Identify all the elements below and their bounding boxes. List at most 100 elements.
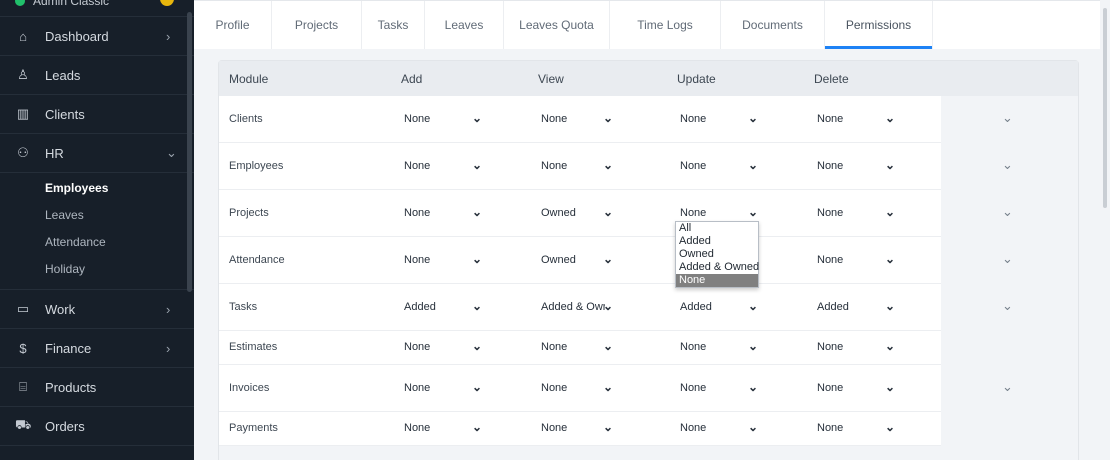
tab-tasks[interactable]: Tasks: [362, 1, 425, 49]
sidebar-item-orders[interactable]: ⛟ Orders: [0, 407, 194, 446]
dropdown-option[interactable]: Owned: [676, 248, 758, 261]
chevron-down-icon: ⌄: [885, 158, 896, 172]
sidebar-item-label: Finance: [45, 340, 92, 356]
delete-permission-select[interactable]: None ⌄: [817, 252, 897, 269]
view-permission-select[interactable]: None ⌄: [541, 158, 621, 175]
delete-permission-select[interactable]: None ⌄: [817, 158, 897, 175]
hr-submenu: Employees Leaves Attendance Holiday: [0, 173, 194, 290]
selected-value: None: [404, 422, 431, 434]
selected-value: None: [817, 207, 844, 219]
selected-value: None: [680, 422, 707, 434]
view-permission-select[interactable]: None ⌄: [541, 339, 621, 356]
scrollbar-thumb[interactable]: [1103, 8, 1107, 208]
delete-permission-select[interactable]: None ⌄: [817, 420, 897, 437]
chevron-right-icon: ›: [166, 28, 171, 44]
add-permission-select[interactable]: None ⌄: [404, 380, 484, 397]
view-permission-select[interactable]: None ⌄: [541, 420, 621, 437]
expand-row-icon[interactable]: ⌄: [1002, 379, 1013, 395]
tab-permissions[interactable]: Permissions: [825, 1, 933, 49]
dropdown-option[interactable]: All: [676, 222, 758, 235]
table-row: TasksAdded⌄Added & Owned⌄Added⌄Added⌄⌄: [219, 284, 1013, 331]
home-icon: ⌂: [19, 28, 27, 44]
update-permission-dropdown[interactable]: All Added Owned Added & Owned None: [675, 221, 759, 288]
chevron-down-icon: ⌄: [603, 380, 614, 394]
delete-permission-select[interactable]: None ⌄: [817, 339, 897, 356]
selected-value: None: [817, 254, 844, 266]
tab-leaves[interactable]: Leaves: [425, 1, 504, 49]
module-name: Invoices: [229, 382, 270, 394]
avatar[interactable]: [160, 0, 174, 6]
sidebar-scrollbar[interactable]: [187, 12, 192, 292]
delete-permission-select[interactable]: None ⌄: [817, 111, 897, 128]
add-permission-select[interactable]: None ⌄: [404, 252, 484, 269]
update-permission-select[interactable]: None ⌄: [680, 339, 760, 356]
tab-documents[interactable]: Documents: [721, 1, 825, 49]
user-header[interactable]: Admin Classic: [0, 0, 194, 17]
tab-leaves-quota[interactable]: Leaves Quota: [504, 1, 610, 49]
update-permission-select[interactable]: None ⌄: [680, 420, 760, 437]
tab-profile[interactable]: Profile: [194, 1, 272, 49]
delete-permission-select[interactable]: None ⌄: [817, 380, 897, 397]
chevron-down-icon: ⌄: [472, 205, 483, 219]
add-permission-select[interactable]: None ⌄: [404, 339, 484, 356]
sidebar-subitem-attendance[interactable]: Attendance: [0, 229, 194, 256]
sidebar-subitem-leaves[interactable]: Leaves: [0, 202, 194, 229]
add-permission-select[interactable]: None ⌄: [404, 111, 484, 128]
sidebar-item-clients[interactable]: ▥ Clients: [0, 95, 194, 134]
tab-time-logs[interactable]: Time Logs: [610, 1, 721, 49]
add-permission-select[interactable]: None ⌄: [404, 205, 484, 222]
selected-value: Owned: [541, 207, 576, 219]
cart-icon: ⛟: [15, 417, 32, 432]
dropdown-option[interactable]: None: [676, 274, 758, 287]
online-status-icon: [15, 0, 25, 6]
add-permission-select[interactable]: None ⌄: [404, 420, 484, 437]
selected-value: None: [817, 341, 844, 353]
sidebar-item-label: Products: [45, 379, 97, 395]
table-row: Clients None ⌄ None ⌄ None ⌄ None ⌄ ⌄: [219, 96, 1013, 143]
dropdown-option[interactable]: Added & Owned: [676, 261, 759, 274]
view-permission-select[interactable]: Owned ⌄: [541, 205, 621, 222]
selected-value: Owned: [541, 254, 576, 266]
expand-row-icon[interactable]: ⌄: [1002, 110, 1013, 126]
selected-value: None: [541, 422, 568, 434]
chevron-down-icon: ⌄: [885, 299, 896, 313]
sidebar-item-label: Work: [45, 301, 76, 317]
sidebar-item-finance[interactable]: $ Finance ›: [0, 329, 194, 368]
add-permission-select[interactable]: Added ⌄: [404, 299, 484, 316]
page-scrollbar[interactable]: [1100, 0, 1110, 460]
view-permission-select[interactable]: Owned ⌄: [541, 252, 621, 269]
dropdown-option[interactable]: Added: [676, 235, 758, 248]
selected-value: None: [541, 113, 568, 125]
chevron-down-icon: ⌄: [748, 380, 759, 394]
delete-permission-select[interactable]: Added ⌄: [817, 299, 897, 316]
expand-row-icon[interactable]: ⌄: [1002, 298, 1013, 314]
update-permission-select[interactable]: None ⌄: [680, 380, 760, 397]
view-permission-select[interactable]: Added & Owned⌄: [541, 299, 621, 316]
sidebar-item-leads[interactable]: ♙ Leads: [0, 56, 194, 95]
selected-value: None: [404, 160, 431, 172]
sidebar-item-dashboard[interactable]: ⌂ Dashboard ›: [0, 17, 194, 56]
sidebar-subitem-employees[interactable]: Employees: [0, 175, 194, 202]
update-permission-select[interactable]: None ⌄: [680, 158, 760, 175]
expand-row-icon[interactable]: ⌄: [1002, 251, 1013, 267]
expand-row-icon[interactable]: ⌄: [1002, 204, 1013, 220]
delete-permission-select[interactable]: None ⌄: [817, 205, 897, 222]
view-permission-select[interactable]: None ⌄: [541, 111, 621, 128]
chevron-down-icon: ⌄: [748, 339, 759, 353]
sidebar-subitem-holiday[interactable]: Holiday: [0, 256, 194, 283]
sidebar-item-work[interactable]: ▭ Work ›: [0, 290, 194, 329]
update-permission-select[interactable]: Added ⌄: [680, 299, 760, 316]
sidebar-item-products[interactable]: ⌸ Products: [0, 368, 194, 407]
selected-value: Added: [404, 301, 436, 313]
add-permission-select[interactable]: None ⌄: [404, 158, 484, 175]
chevron-down-icon: ⌄: [885, 339, 896, 353]
sidebar-item-hr[interactable]: ⚇ HR ⌄: [0, 134, 194, 173]
person-icon: ♙: [17, 67, 29, 82]
expand-row-icon[interactable]: ⌄: [1002, 157, 1013, 173]
view-permission-select[interactable]: None ⌄: [541, 380, 621, 397]
update-permission-select[interactable]: None ⌄: [680, 111, 760, 128]
tab-projects[interactable]: Projects: [272, 1, 362, 49]
module-name: Clients: [229, 113, 263, 125]
chevron-down-icon: ⌄: [748, 158, 759, 172]
update-permission-select[interactable]: None ⌄: [680, 205, 760, 222]
